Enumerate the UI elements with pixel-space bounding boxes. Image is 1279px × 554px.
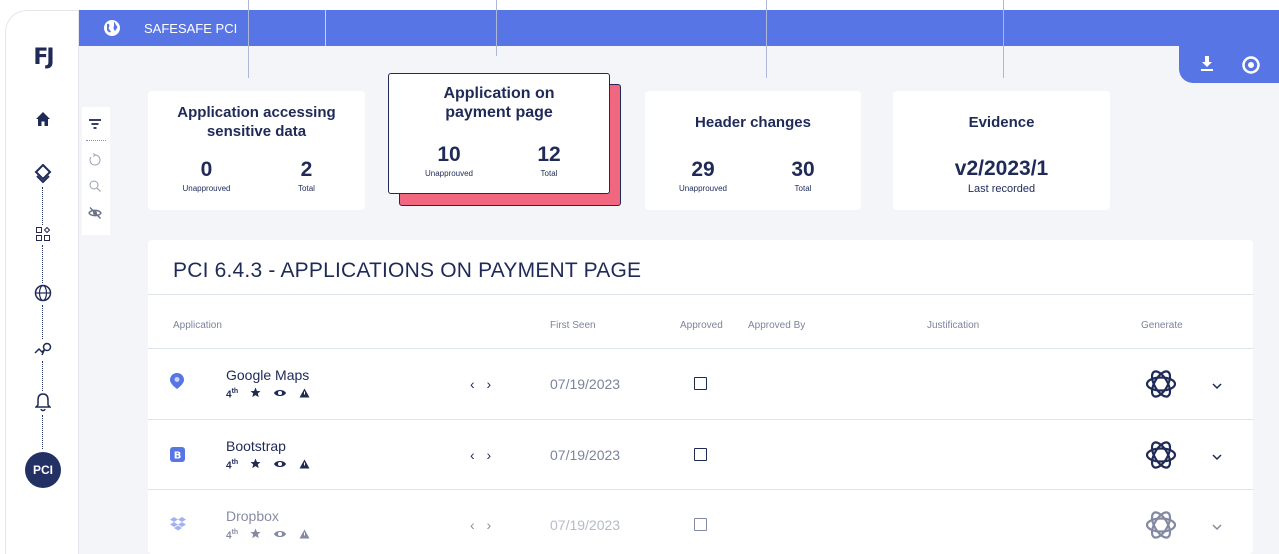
- metric-card-sensitive-data[interactable]: Application accessing sensitive data 0 Un…: [148, 91, 365, 210]
- app-name[interactable]: Dropbox: [226, 508, 279, 524]
- first-seen-date: 07/19/2023: [550, 447, 621, 463]
- analytics-search-icon[interactable]: [6, 339, 80, 359]
- warning-icon[interactable]: [299, 388, 310, 401]
- pci-nav-badge[interactable]: PCI: [25, 452, 61, 488]
- sidebar: FJ PCI: [5, 10, 79, 554]
- table-row[interactable]: B Bootstrap 4th ‹ › 07/19/2023: [148, 420, 1253, 490]
- table-row[interactable]: Google Maps 4th ‹ › 07/19/2023: [148, 349, 1253, 419]
- total-count: 30: [791, 158, 815, 181]
- unapproved-count: 29: [691, 158, 715, 181]
- layers-icon[interactable]: [6, 163, 80, 185]
- metric-card-payment-page[interactable]: Application on payment page 10 Unapprouve…: [388, 73, 610, 194]
- total-count: 2: [300, 158, 313, 181]
- home-icon[interactable]: [6, 109, 80, 129]
- unapproved-count: 10: [437, 143, 461, 166]
- card-connector: [766, 0, 767, 78]
- filter-icon[interactable]: [88, 117, 102, 135]
- filter-toolbar: [82, 107, 110, 235]
- panel-title: PCI 6.4.3 - APPLICATIONS ON PAYMENT PAGE: [173, 259, 642, 282]
- card-connector: [496, 0, 497, 56]
- target-icon[interactable]: [1242, 56, 1260, 79]
- total-count: 12: [537, 143, 561, 166]
- hide-icon[interactable]: [88, 206, 102, 225]
- app-name[interactable]: Google Maps: [226, 367, 309, 383]
- unapproved-count: 0: [200, 158, 213, 181]
- approved-checkbox[interactable]: [694, 448, 707, 461]
- unapproved-label: Unapprouved: [182, 184, 231, 193]
- unapproved-label: Unapprouved: [424, 169, 474, 178]
- apps-icon[interactable]: [6, 225, 80, 243]
- ai-generate-icon[interactable]: [1143, 437, 1179, 478]
- column-header-first-seen[interactable]: First Seen: [550, 320, 596, 331]
- download-icon[interactable]: [1200, 56, 1214, 77]
- app-name[interactable]: Bootstrap: [226, 438, 286, 454]
- applications-panel: PCI 6.4.3 - APPLICATIONS ON PAYMENT PAGE…: [148, 240, 1253, 554]
- warning-icon[interactable]: [299, 459, 310, 472]
- card-title: Application accessing sensitive data: [177, 104, 336, 140]
- evidence-version: v2/2023/1: [954, 157, 1049, 180]
- filter-divider: [86, 140, 106, 141]
- total-label: Total: [540, 169, 558, 178]
- reset-icon[interactable]: [88, 153, 102, 172]
- app-name: SAFESAFE PCI: [144, 21, 238, 36]
- header-actions: [1179, 46, 1279, 83]
- first-seen-date: 07/19/2023: [550, 517, 621, 533]
- code-view-toggle[interactable]: ‹ ›: [470, 447, 495, 463]
- party-level: 4th: [226, 528, 239, 542]
- card-connector: [1003, 0, 1004, 78]
- card-connector: [248, 0, 249, 78]
- bootstrap-icon: B: [170, 447, 185, 467]
- svg-text:B: B: [174, 451, 182, 462]
- code-view-toggle[interactable]: ‹ ›: [470, 517, 495, 533]
- column-header-application[interactable]: Application: [173, 320, 222, 331]
- eye-icon[interactable]: [273, 529, 287, 542]
- chevron-down-icon[interactable]: [1211, 448, 1223, 466]
- card-title: Evidence: [968, 114, 1035, 131]
- topbar-divider: [325, 10, 326, 46]
- logo: FJ: [33, 44, 54, 70]
- metric-card-header-changes[interactable]: Header changes 29 Unapprouved 30 Total: [645, 91, 861, 210]
- approved-checkbox[interactable]: [694, 377, 707, 390]
- unapproved-label: Unapprouved: [678, 184, 728, 193]
- approved-checkbox[interactable]: [694, 518, 707, 531]
- chevron-down-icon[interactable]: [1211, 377, 1223, 395]
- star-icon[interactable]: [250, 387, 261, 401]
- eye-icon[interactable]: [273, 388, 287, 401]
- warning-icon[interactable]: [299, 529, 310, 542]
- party-level: 4th: [226, 387, 239, 401]
- ai-generate-icon[interactable]: [1143, 507, 1179, 548]
- column-header-approved[interactable]: Approved: [680, 320, 723, 331]
- column-header-justification[interactable]: Justification: [927, 320, 979, 331]
- ai-generate-icon[interactable]: [1143, 366, 1179, 407]
- column-header-generate[interactable]: Generate: [1141, 320, 1183, 331]
- evidence-label: Last recorded: [967, 183, 1036, 195]
- globe-icon[interactable]: [103, 19, 121, 42]
- star-icon[interactable]: [250, 528, 261, 542]
- first-seen-date: 07/19/2023: [550, 376, 621, 392]
- metric-card-evidence[interactable]: Evidence v2/2023/1 Last recorded: [893, 91, 1110, 210]
- column-header-approved-by[interactable]: Approved By: [748, 320, 805, 331]
- star-icon[interactable]: [250, 458, 261, 472]
- search-icon[interactable]: [88, 179, 102, 198]
- code-view-toggle[interactable]: ‹ ›: [470, 376, 495, 392]
- top-bar: SAFESAFE PCI: [79, 10, 1279, 46]
- chevron-down-icon[interactable]: [1211, 518, 1223, 536]
- card-title: Application on payment page: [443, 85, 555, 121]
- dropbox-icon: [170, 517, 186, 536]
- total-label: Total: [794, 184, 812, 193]
- eye-icon[interactable]: [273, 459, 287, 472]
- map-pin-icon: [170, 373, 184, 394]
- party-level: 4th: [226, 458, 239, 472]
- card-title: Header changes: [695, 114, 811, 131]
- globe-nav-icon[interactable]: [6, 283, 80, 303]
- total-label: Total: [298, 184, 315, 193]
- table-row[interactable]: Dropbox 4th ‹ › 07/19/2023: [148, 490, 1253, 554]
- bell-icon[interactable]: [6, 391, 80, 413]
